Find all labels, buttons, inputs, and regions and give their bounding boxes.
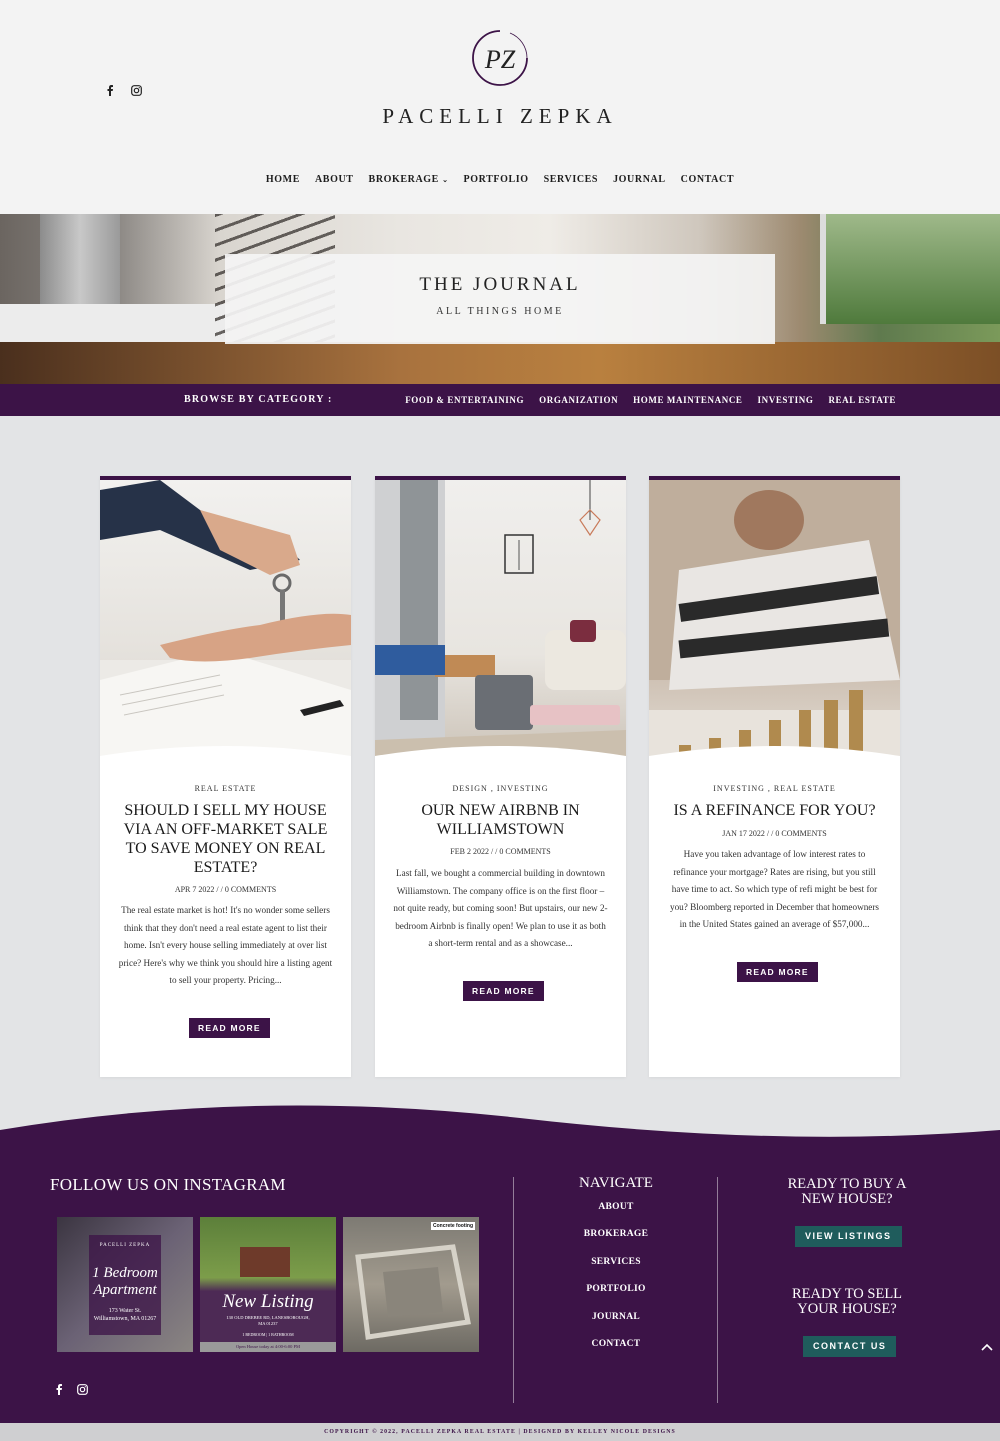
chevron-down-icon: ⌄ xyxy=(442,176,449,184)
footer-nav-about[interactable]: ABOUT xyxy=(520,1201,712,1228)
main-nav: HOME ABOUT BROKERAGE ⌄ PORTFOLIO SERVICE… xyxy=(0,174,1000,185)
read-more-button[interactable]: READ MORE xyxy=(189,1018,270,1038)
buy-cta-title: READY TO BUY A NEW HOUSE? xyxy=(787,1176,907,1207)
instagram-icon[interactable] xyxy=(130,84,142,96)
post-category[interactable]: INVESTING , REAL ESTATE xyxy=(649,784,900,793)
nav-item-journal[interactable]: JOURNAL xyxy=(613,174,666,185)
instagram-post[interactable]: New Listing 130 OLD DREBEE RD, LANESBORO… xyxy=(200,1217,336,1352)
page-subtitle: ALL THINGS HOME xyxy=(436,306,564,317)
footer-nav-title: NAVIGATE xyxy=(579,1175,653,1191)
category-links: FOOD & ENTERTAINING ORGANIZATION HOME MA… xyxy=(405,395,896,405)
nav-item-brokerage-label: BROKERAGE xyxy=(368,174,439,185)
footer-divider xyxy=(717,1177,718,1403)
post-excerpt: The real estate market is hot! It's no w… xyxy=(118,905,333,986)
tile-label: Concrete footing xyxy=(431,1222,475,1230)
copyright-bar: COPYRIGHT © 2022, PACELLI ZEPKA REAL EST… xyxy=(0,1423,1000,1441)
read-more-button[interactable]: READ MORE xyxy=(737,962,818,982)
tile-caption: 173 Water St. Williamstown, MA 01267 xyxy=(93,1308,157,1322)
header-social-links xyxy=(104,84,142,96)
blog-card: INVESTING , REAL ESTATE IS A REFINANCE F… xyxy=(649,476,900,1077)
category-investing[interactable]: INVESTING xyxy=(758,395,814,405)
instagram-icon[interactable] xyxy=(77,1382,88,1400)
facebook-icon[interactable] xyxy=(104,84,116,96)
hero-title-box: THE JOURNAL ALL THINGS HOME xyxy=(225,254,775,344)
card-wave xyxy=(649,746,900,772)
post-title[interactable]: IS A REFINANCE FOR YOU? xyxy=(665,801,884,820)
footer-nav-portfolio[interactable]: PORTFOLIO xyxy=(520,1283,712,1310)
footer-nav-journal[interactable]: JOURNAL xyxy=(520,1311,712,1338)
card-wave xyxy=(100,746,351,772)
hero-banner: THE JOURNAL ALL THINGS HOME xyxy=(0,214,1000,384)
post-category[interactable]: REAL ESTATE xyxy=(100,784,351,793)
post-category[interactable]: DESIGN , INVESTING xyxy=(375,784,626,793)
contact-us-button[interactable]: CONTACT US xyxy=(803,1336,897,1357)
category-bar-label: BROWSE BY CATEGORY : xyxy=(184,394,333,405)
nav-item-contact[interactable]: CONTACT xyxy=(681,174,734,185)
nav-item-services[interactable]: SERVICES xyxy=(544,174,598,185)
blog-card: DESIGN , INVESTING OUR NEW AIRBNB IN WIL… xyxy=(375,476,626,1077)
tile-script-text: 1 Bedroom Apartment xyxy=(92,1265,158,1298)
scroll-to-top-icon[interactable] xyxy=(980,1340,994,1354)
instagram-feed: PACELLI ZEPKA 1 Bedroom Apartment 173 Wa… xyxy=(57,1217,479,1352)
brand-logo[interactable]: PZ xyxy=(470,28,530,88)
read-more-button[interactable]: READ MORE xyxy=(463,981,544,1001)
tile-house-shape xyxy=(240,1247,290,1277)
tile-brand: PACELLI ZEPKA xyxy=(99,1243,151,1248)
category-bar: BROWSE BY CATEGORY : FOOD & ENTERTAINING… xyxy=(0,384,1000,416)
category-home-maintenance[interactable]: HOME MAINTENANCE xyxy=(633,395,742,405)
post-meta: APR 7 2022 / / 0 COMMENTS xyxy=(174,885,277,894)
footer-nav-contact[interactable]: CONTACT xyxy=(520,1338,712,1365)
page-title: THE JOURNAL xyxy=(419,274,581,295)
tile-banner: Open House today at 4:00-6:00 PM xyxy=(200,1342,336,1352)
view-listings-button[interactable]: VIEW LISTINGS xyxy=(795,1226,902,1247)
post-meta: FEB 2 2022 / / 0 COMMENTS xyxy=(450,847,551,856)
tile-detail: 1 BEDROOM | 1 BATHROOM xyxy=(242,1332,294,1337)
post-image-coins[interactable] xyxy=(649,480,900,770)
card-wave xyxy=(375,746,626,772)
category-food-entertaining[interactable]: FOOD & ENTERTAINING xyxy=(405,395,524,405)
nav-item-portfolio[interactable]: PORTFOLIO xyxy=(464,174,529,185)
hero-image-fridge xyxy=(40,214,120,304)
post-meta: JAN 17 2022 / / 0 COMMENTS xyxy=(722,829,827,838)
footer-nav-brokerage[interactable]: BROKERAGE xyxy=(520,1228,712,1255)
post-title[interactable]: SHOULD I SELL MY HOUSE VIA AN OFF-MARKET… xyxy=(116,801,335,877)
footer-nav: ABOUT BROKERAGE SERVICES PORTFOLIO JOURN… xyxy=(520,1201,712,1365)
category-organization[interactable]: ORGANIZATION xyxy=(539,395,618,405)
tile-script-text: New Listing xyxy=(222,1291,314,1312)
footer-divider xyxy=(513,1177,514,1403)
hero-image-window xyxy=(820,214,1000,324)
instagram-post[interactable]: PACELLI ZEPKA 1 Bedroom Apartment 173 Wa… xyxy=(57,1217,193,1352)
brand-name: PACELLI ZEPKA xyxy=(382,104,618,128)
nav-item-home[interactable]: HOME xyxy=(266,174,300,185)
nav-item-brokerage[interactable]: BROKERAGE ⌄ xyxy=(369,174,449,185)
hero-image-floor xyxy=(0,342,1000,384)
nav-item-about[interactable]: ABOUT xyxy=(315,174,354,185)
sell-cta-title: READY TO SELL YOUR HOUSE? xyxy=(791,1286,903,1317)
post-image-keys[interactable] xyxy=(100,480,351,770)
site-header: PZ PACELLI ZEPKA HOME ABOUT BROKERAGE ⌄ … xyxy=(0,0,1000,214)
facebook-icon[interactable] xyxy=(55,1382,63,1400)
category-real-estate[interactable]: REAL ESTATE xyxy=(828,395,896,405)
post-excerpt: Last fall, we bought a commercial buildi… xyxy=(393,868,608,949)
footer-nav-services[interactable]: SERVICES xyxy=(520,1256,712,1283)
post-title[interactable]: OUR NEW AIRBNB IN WILLIAMSTOWN xyxy=(391,801,610,839)
blog-card: REAL ESTATE SHOULD I SELL MY HOUSE VIA A… xyxy=(100,476,351,1077)
instagram-section-title: FOLLOW US ON INSTAGRAM xyxy=(50,1175,286,1194)
post-excerpt: Have you taken advantage of low interest… xyxy=(669,849,880,930)
logo-monogram: PZ xyxy=(484,45,516,74)
post-image-living-room[interactable] xyxy=(375,480,626,770)
footer-social-links xyxy=(55,1382,88,1400)
instagram-post[interactable]: Concrete footing xyxy=(343,1217,479,1352)
tile-caption: 130 OLD DREBEE RD, LANESBOROUGH, MA 0123… xyxy=(226,1315,310,1326)
